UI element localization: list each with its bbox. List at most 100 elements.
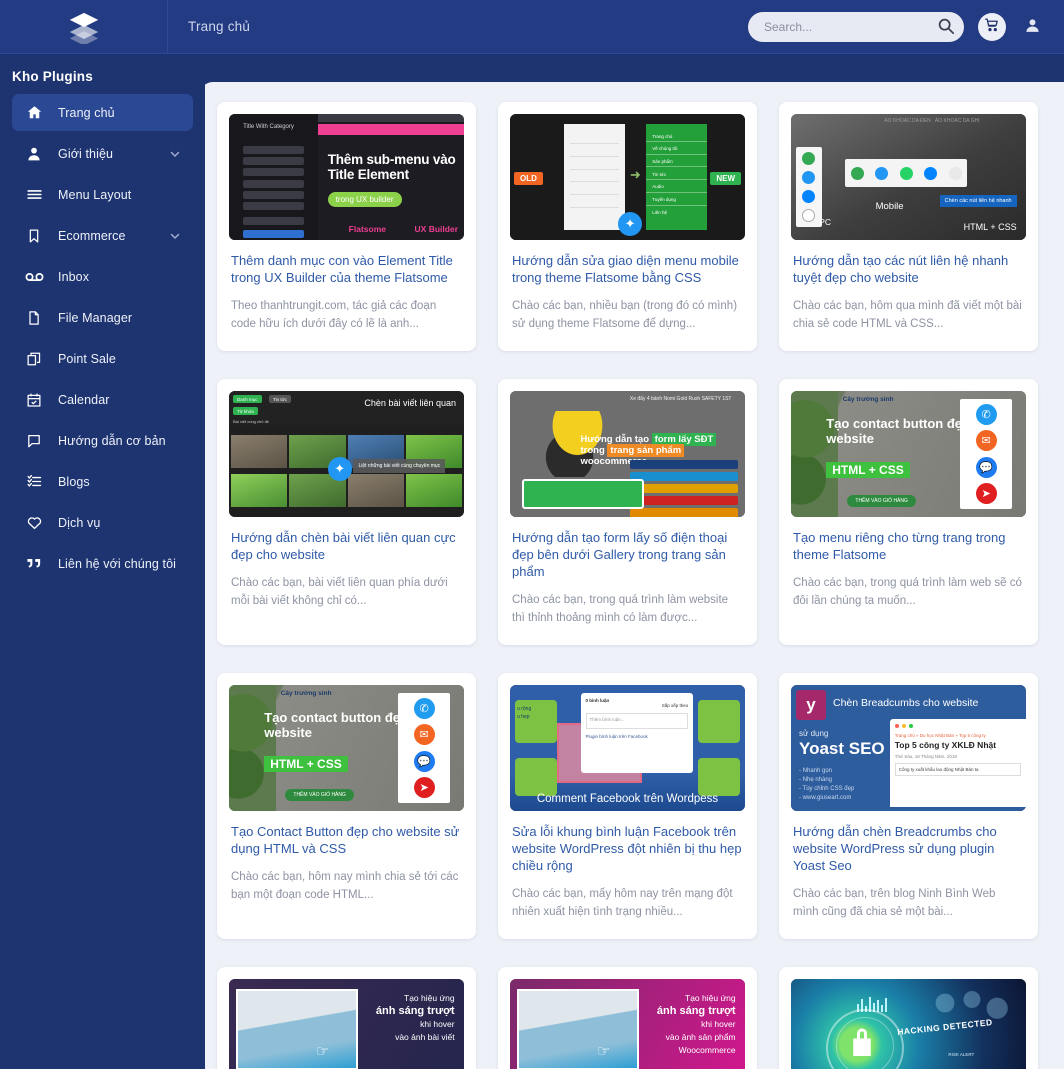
thumb-input-placeholder: Thêm bình luận... [585,712,689,729]
chevron-down-icon[interactable] [169,230,181,242]
thumbnail-art-related-posts: Danh mục Tin tức Từ khóa Chèn bài viết l… [229,391,464,517]
card-title[interactable]: Hướng dẫn sửa giao diện menu mobile tron… [512,252,743,286]
thumbnail-art-contact-buttons: ÁO KHOÁC DA ĐEN ÁO KHOÁC DA GHI Mobile P… [791,114,1026,240]
thumbnail-art-mobile-menu: Trang chủ Về chúng tôi Sản phẩm Tin tức … [510,114,745,240]
sidebar-item-label: Inbox [58,269,90,284]
breadcrumb: Trang chủ [188,19,251,34]
card-item[interactable]: Trang chủ Về chúng tôi Sản phẩm Tin tức … [498,102,757,351]
thumb-tag-uxbuilder: UX Builder [414,224,458,234]
search-icon [937,18,955,38]
card-title[interactable]: Hướng dẫn chèn bài viết liên quan cực đẹ… [231,529,462,563]
search-button[interactable] [936,17,956,37]
card-item[interactable]: Title With Category Thêm sub-menu vào Ti… [217,102,476,351]
content-inner: Title With Category Thêm sub-menu vào Ti… [199,82,1064,1069]
sidebar-item-lien-he[interactable]: Liên hệ với chúng tôi [12,545,193,582]
thumb-bullet: - Nhanh gọn [799,768,833,774]
account-button[interactable] [1020,15,1044,39]
search-input[interactable] [748,11,964,42]
card-excerpt: Chào các bạn, hôm nay mình chia sẻ tới c… [231,871,459,901]
thumbnail-art-yoast-breadcrumbs: y Chèn Breadcumbs cho website sử dụng Yo… [791,685,1026,811]
card-item[interactable]: Danh mục Tin tức Từ khóa Chèn bài viết l… [217,379,476,645]
card-thumbnail: u rộng u hẹp 0 bình luận Sắp xếp theo Th… [510,685,745,811]
card-body: Sửa lỗi khung bình luận Facebook trên we… [498,811,757,939]
card-excerpt: Chào các bạn, nhiều bạn (trong đó có mìn… [512,300,738,330]
card-item[interactable]: y Chèn Breadcumbs cho website sử dụng Yo… [779,673,1038,939]
sidebar-item-label: Calendar [58,392,110,407]
sidebar-item-label: Liên hệ với chúng tôi [58,556,177,571]
sidebar-item-inbox[interactable]: Inbox [12,258,193,295]
thumb-bullet: - Nhẹ nhàng [799,777,833,783]
card-item[interactable]: Tạo hiệu ứng ánh sáng trượt khi hover và… [217,967,476,1069]
card-title[interactable]: Tạo menu riêng cho từng trang trong them… [793,529,1024,563]
hand-cursor-icon: ☞ [596,1043,611,1060]
sidebar-item-label: Hướng dẫn cơ bản [58,433,166,448]
sidebar-item-gioi-thieu[interactable]: Giới thiệu [12,135,193,172]
card-excerpt: Chào các bạn, hôm qua mình đã viết một b… [793,300,1022,330]
card-excerpt: Chào các bạn, mấy hôm nay trên mạng đột … [512,888,733,918]
thumb-sub: sử dụng [799,729,829,738]
voicemail-icon [24,267,44,287]
sidebar-item-menu-layout[interactable]: Menu Layout [12,176,193,213]
home-icon [24,103,44,123]
card-thumbnail: Tạo hiệu ứng ánh sáng trượt khi hover và… [229,979,464,1069]
sidebar-item-label: Dịch vụ [58,515,101,530]
sidebar-item-file-manager[interactable]: File Manager [12,299,193,336]
sidebar-item-calendar[interactable]: Calendar [12,381,193,418]
plugin-card-grid: Title With Category Thêm sub-menu vào Ti… [217,102,1047,1069]
card-title[interactable]: Hướng dẫn tạo form lấy số điện thoại đẹp… [512,529,743,580]
card-title[interactable]: Hướng dẫn chèn Breadcrumbs cho website W… [793,823,1024,874]
thumb-tooltip: Liệt những bài viết cùng chuyên mục [353,459,446,474]
card-excerpt: Chào các bạn, trong quá trình làm websit… [512,594,729,624]
header-actions [748,11,1064,42]
thumbnail-art-hover-light-post: Tạo hiệu ứng ánh sáng trượt khi hover và… [229,979,464,1069]
card-item[interactable]: Cây trường sinh Tạo contact button đẹp c… [217,673,476,939]
card-item[interactable]: HACKING DETECTED RISK ALERT [779,967,1038,1069]
thumb-pill: trong UX builder [327,192,402,208]
card-item[interactable]: u rộng u hẹp 0 bình luận Sắp xếp theo Th… [498,673,757,939]
phone-icon: ✆ [413,697,435,719]
thumb-tag-flatsome: Flatsome [348,224,386,234]
thumb-headline-2: ánh sáng trượt [375,1004,455,1017]
yoast-logo-icon: y [796,690,826,720]
thumbnail-art-contact-button: Cây trường sinh Tạo contact button đẹp c… [229,685,464,811]
sidebar-item-label: Trang chủ [58,105,115,120]
card-body: Hướng dẫn tạo form lấy số điện thoại đẹp… [498,517,757,645]
content-panel: Title With Category Thêm sub-menu vào Ti… [199,82,1064,1069]
sidebar-item-label: Ecommerce [58,228,126,243]
thumb-headline-1: Tạo hiệu ứng [404,992,455,1003]
thumb-cart-button: THÊM VÀO GIỎ HÀNG [285,788,354,801]
card-excerpt: Chào các bạn, trên blog Ninh Bình Web mì… [793,888,996,918]
card-item[interactable]: ÁO KHOÁC DA ĐEN ÁO KHOÁC DA GHI Mobile P… [779,102,1038,351]
sidebar-item-ecommerce[interactable]: Ecommerce [12,217,193,254]
card-title[interactable]: Thêm danh mục con vào Element Title tron… [231,252,462,286]
cart-button[interactable] [978,12,1006,41]
sidebar-item-trang-chu[interactable]: Trang chủ [12,94,193,131]
thumb-green-tag: HTML + CSS [264,755,348,772]
thumb-headline-1: Tạo hiệu ứng [685,992,736,1003]
card-body: Tạo menu riêng cho từng trang trong them… [779,517,1038,628]
thumb-green-tag: HTML + CSS [826,461,910,478]
card-item[interactable]: Tạo hiệu ứng ánh sáng trượt khi hover và… [498,967,757,1069]
card-thumbnail: Danh mục Tin tức Từ khóa Chèn bài viết l… [229,391,464,517]
thumb-product-name: Cây trường sinh [280,690,332,698]
sidebar-item-blogs[interactable]: Blogs [12,463,193,500]
sidebar-item-dich-vu[interactable]: Dịch vụ [12,504,193,541]
card-title[interactable]: Sửa lỗi khung bình luận Facebook trên we… [512,823,743,874]
thumb-headline-4: vào ảnh sản phẩm [665,1031,736,1042]
card-title[interactable]: Hướng dẫn tạo các nút liên hệ nhanh tuyệ… [793,252,1024,286]
thumb-alert: RISK ALERT [948,1052,975,1058]
card-thumbnail: Cây trường sinh Tạo contact button đẹp c… [229,685,464,811]
thumb-bullet: - www.giuseart.com [799,795,852,801]
card-body: Hướng dẫn sửa giao diện menu mobile tron… [498,240,757,351]
thumb-breadcrumb: Trang chủ » Du học Nhật Bản » Top 5 công… [894,733,986,738]
chevron-down-icon[interactable] [169,148,181,160]
sidebar-title: Kho Plugins [12,69,93,84]
sidebar-item-huong-dan-co-ban[interactable]: Hướng dẫn cơ bản [12,422,193,459]
card-title[interactable]: Tạo Contact Button đẹp cho website sử dụ… [231,823,462,857]
sidebar-item-point-sale[interactable]: Point Sale [12,340,193,377]
card-item[interactable]: Cây trường sinh Tạo contact button đẹp c… [779,379,1038,645]
messenger-icon: ➤ [975,483,997,505]
card-item[interactable]: Xe đẩy 4 bánh Nomi Gold Rush SAFETY 1ST … [498,379,757,645]
list-check-icon [24,472,44,492]
logo-area[interactable] [0,0,168,54]
